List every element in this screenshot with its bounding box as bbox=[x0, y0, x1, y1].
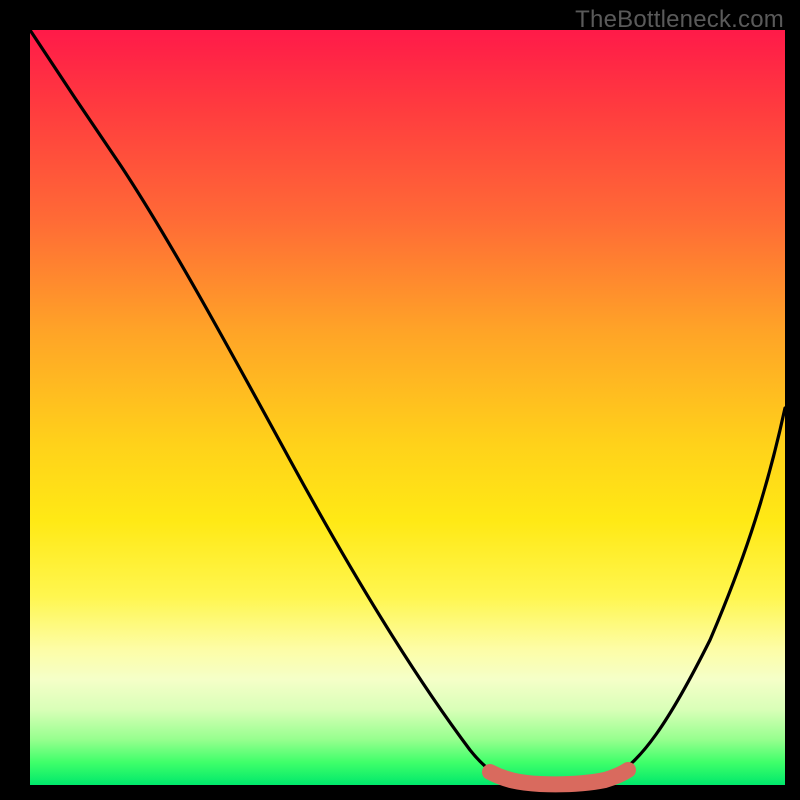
gradient-plot-area bbox=[30, 30, 785, 785]
chart-frame bbox=[15, 30, 785, 785]
optimal-range-highlight bbox=[490, 770, 628, 784]
watermark-text: TheBottleneck.com bbox=[575, 6, 784, 34]
curve-layer bbox=[30, 30, 785, 785]
bottleneck-curve bbox=[30, 30, 785, 784]
